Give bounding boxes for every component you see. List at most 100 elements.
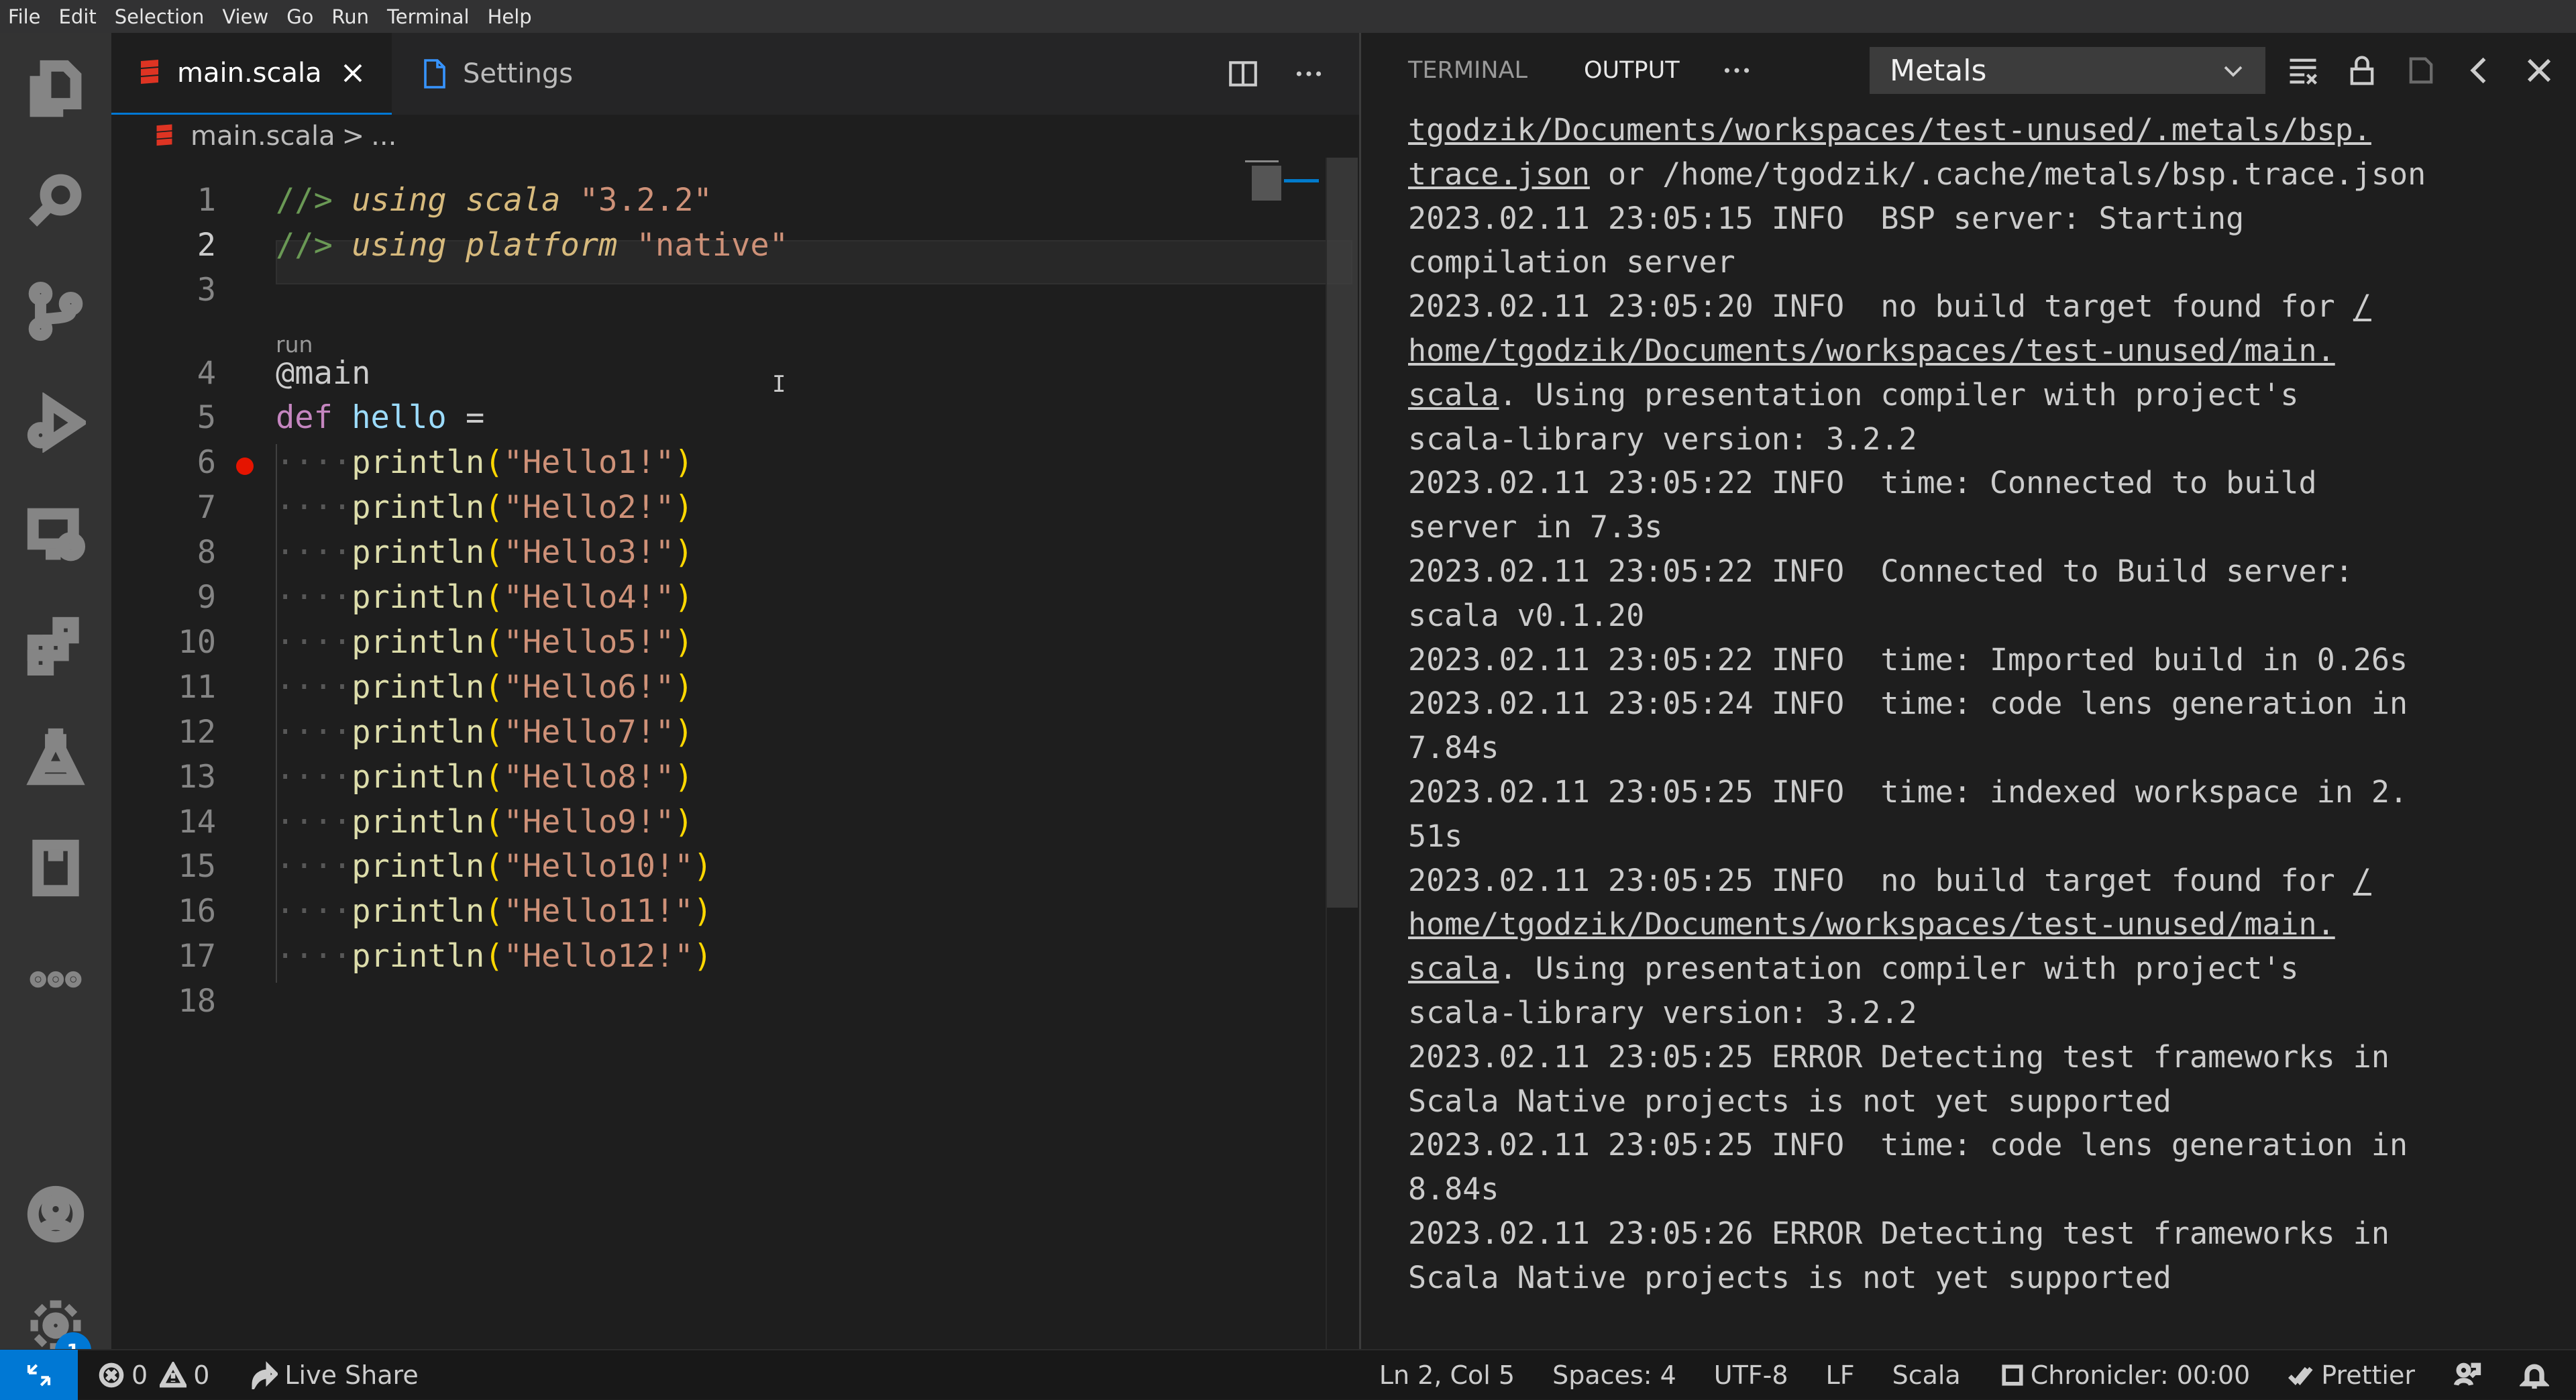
function-token: println — [352, 444, 485, 482]
encoding[interactable]: UTF-8 — [1714, 1360, 1788, 1390]
whitespace-token: ···· — [276, 489, 352, 527]
line-number: 8 — [197, 534, 216, 572]
close-icon[interactable] — [341, 61, 365, 85]
line-number: 4 — [197, 354, 216, 392]
notebook-icon[interactable] — [0, 812, 111, 924]
language-mode[interactable]: Scala — [1892, 1360, 1961, 1390]
output-line: Scala Native projects is not yet support… — [1408, 1083, 2171, 1119]
remote-indicator[interactable] — [0, 1350, 78, 1400]
run-debug-icon[interactable] — [0, 367, 111, 478]
output-line: trace.json or /home/tgodzik/.cache/metal… — [1408, 156, 2426, 192]
breadcrumb-symbol[interactable]: ... — [371, 121, 396, 152]
tab-main-scala[interactable]: main.scala — [111, 33, 392, 115]
bracket-token: ) — [674, 803, 694, 841]
live-share-button[interactable]: Live Share — [250, 1360, 419, 1390]
menu-item-selection[interactable]: Selection — [115, 5, 205, 28]
code-line: ····println("Hello1!") — [276, 444, 694, 481]
comment-token: //> — [276, 226, 333, 264]
bracket-token: ) — [674, 489, 694, 527]
breakpoint-icon[interactable] — [236, 457, 254, 476]
tab-settings[interactable]: Settings — [392, 33, 627, 115]
explorer-icon[interactable] — [0, 33, 111, 144]
whitespace-token: ···· — [276, 848, 352, 885]
tab-bar: main.scala Settings — [111, 33, 1359, 115]
line-number: 11 — [178, 668, 216, 706]
editor-group: main.scala Settings main.scala > ... 1 //… — [111, 33, 1359, 1349]
source-control-icon[interactable] — [0, 256, 111, 367]
code-editor[interactable]: 1 //> using scala "3.2.2" 2 //> using platf… — [111, 158, 1359, 1349]
code-line: ····println("Hello4!") — [276, 579, 694, 616]
line-number: 12 — [178, 713, 216, 751]
accounts-icon[interactable] — [0, 1159, 111, 1270]
menu-item-help[interactable]: Help — [488, 5, 532, 28]
square-icon — [2002, 1364, 2023, 1386]
output-line: scala-library version: 3.2.2 — [1408, 994, 1917, 1030]
whitespace-token: ···· — [276, 534, 352, 572]
end-of-line[interactable]: LF — [1826, 1360, 1855, 1390]
code-line: ····println("Hello11!") — [276, 893, 712, 930]
panel-more-icon[interactable] — [1720, 54, 1754, 87]
code-line: ····println("Hello3!") — [276, 534, 694, 571]
tab-label: main.scala — [177, 57, 322, 89]
line-number: 6 — [197, 444, 216, 482]
tab-terminal[interactable]: TERMINAL — [1408, 57, 1527, 84]
chevron-down-icon — [2224, 66, 2243, 77]
more-actions-icon[interactable] — [1292, 57, 1326, 91]
bracket-token: ( — [484, 758, 504, 796]
menu-item-go[interactable]: Go — [286, 5, 313, 28]
prettier-status[interactable]: Prettier — [2288, 1360, 2415, 1390]
split-editor-icon[interactable] — [1226, 57, 1260, 91]
editor-scroll-thumb[interactable] — [1327, 158, 1358, 908]
code-line: ····println("Hello6!") — [276, 669, 694, 706]
menu-item-terminal[interactable]: Terminal — [387, 5, 470, 28]
feedback-icon[interactable] — [2453, 1360, 2482, 1390]
remote-explorer-icon[interactable] — [0, 478, 111, 590]
open-in-editor-icon[interactable] — [2404, 53, 2438, 88]
output-line: 8.84s — [1408, 1171, 1499, 1207]
cursor-position[interactable]: Ln 2, Col 5 — [1379, 1360, 1515, 1390]
chronicler-label: Chronicler: 00:00 — [2030, 1360, 2251, 1390]
menu-item-run[interactable]: Run — [331, 5, 369, 28]
menu-item-edit[interactable]: Edit — [59, 5, 97, 28]
output-line: server in 7.3s — [1408, 509, 1663, 545]
code-line: ····println("Hello2!") — [276, 489, 694, 526]
line-number: 5 — [197, 399, 216, 437]
menu-item-view[interactable]: View — [222, 5, 268, 28]
tab-output[interactable]: OUTPUT — [1584, 57, 1680, 84]
more-icon[interactable] — [0, 924, 111, 1035]
breadcrumb: main.scala > ... — [111, 115, 1359, 158]
breadcrumb-file[interactable]: main.scala — [191, 121, 335, 152]
minimap[interactable] — [1245, 158, 1319, 225]
close-panel-icon[interactable] — [2522, 53, 2557, 88]
lock-icon[interactable] — [2345, 53, 2379, 88]
whitespace-token: ···· — [276, 668, 352, 706]
whitespace-token: ···· — [276, 623, 352, 661]
testing-icon[interactable] — [0, 701, 111, 812]
bracket-token: ) — [693, 938, 712, 975]
line-number: 7 — [197, 489, 216, 527]
extensions-icon[interactable] — [0, 590, 111, 701]
code-line: ····println("Hello8!") — [276, 759, 694, 796]
bracket-token: ) — [674, 668, 694, 706]
bell-icon[interactable] — [2520, 1360, 2549, 1390]
codelens-run[interactable]: run — [276, 331, 313, 358]
problems-indicator[interactable]: 0 0 — [98, 1360, 209, 1390]
chronicler-status[interactable]: Chronicler: 00:00 — [2001, 1360, 2250, 1390]
indentation[interactable]: Spaces: 4 — [1552, 1360, 1676, 1390]
comment-token: //> — [276, 182, 333, 219]
menu-item-file[interactable]: File — [8, 5, 41, 28]
clear-output-icon[interactable] — [2286, 53, 2320, 88]
output-log[interactable]: tgodzik/Documents/workspaces/test-unused… — [1408, 108, 2562, 1349]
search-icon[interactable] — [0, 144, 111, 256]
output-line: scala v0.1.20 — [1408, 597, 1645, 633]
chevron-left-icon[interactable] — [2463, 53, 2498, 88]
bracket-token: ) — [674, 623, 694, 661]
bracket-token: ) — [674, 444, 694, 482]
scala-file-icon — [156, 124, 172, 146]
output-channel-select[interactable]: Metals — [1870, 47, 2265, 94]
output-line: 2023.02.11 23:05:25 INFO time: indexed w… — [1408, 773, 2408, 810]
whitespace-token: ···· — [276, 758, 352, 796]
bracket-token: ( — [484, 713, 504, 751]
